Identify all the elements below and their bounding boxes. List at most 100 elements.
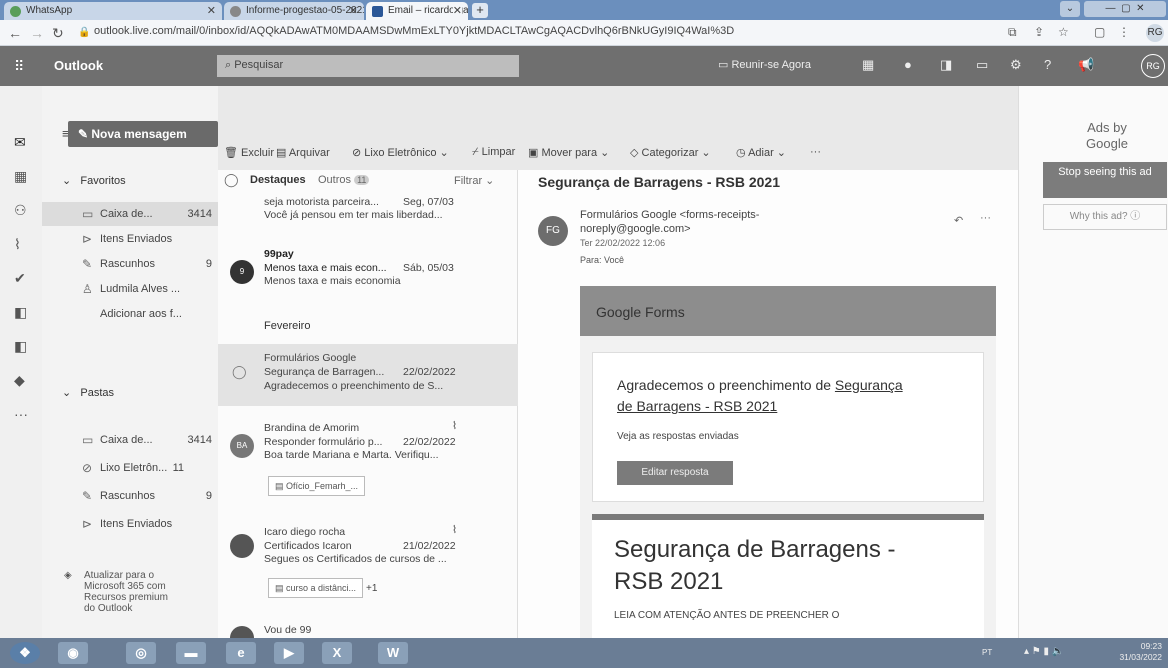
avatar bbox=[230, 626, 254, 638]
folder-junk[interactable]: ⊘ Lixo Eletrôn... 11 bbox=[42, 456, 218, 480]
onedrive-icon[interactable]: ◆ bbox=[14, 372, 25, 389]
upgrade-promo[interactable]: ◈ Atualizar para o Microsoft 365 com Rec… bbox=[64, 570, 168, 614]
categorize-button[interactable]: ◇ Categorizar ⌄ bbox=[630, 146, 711, 159]
more-attachments[interactable]: +1 bbox=[366, 583, 377, 594]
list-item[interactable]: ◯ Formulários Google Segurança de Barrag… bbox=[218, 344, 518, 406]
favorite-inbox[interactable]: ▭ Caixa de... 3414 bbox=[42, 202, 218, 226]
tray-icons[interactable]: ▴ ⚑ ▮ 🔈 bbox=[1024, 646, 1064, 657]
favorite-drafts[interactable]: ✎ Rascunhos 9 bbox=[42, 252, 218, 276]
favorites-header[interactable]: ⌄ Favoritos bbox=[62, 174, 126, 187]
snooze-button[interactable]: ◷ Adiar ⌄ bbox=[736, 146, 786, 159]
clock[interactable]: 09:23 31/03/2022 bbox=[1118, 641, 1162, 663]
tab-other[interactable]: Outros 11 bbox=[318, 174, 370, 186]
mail-icon[interactable]: ✉ bbox=[14, 134, 26, 151]
word-icon[interactable]: ◧ bbox=[14, 304, 27, 321]
stop-seeing-ad-button[interactable]: Stop seeing this ad bbox=[1043, 162, 1167, 198]
chevron-down-icon[interactable]: ⌄ bbox=[1060, 1, 1080, 17]
junk-icon: ⊘ bbox=[82, 461, 93, 475]
extensions-icon[interactable]: ⋮ bbox=[1118, 25, 1130, 39]
file-explorer-icon[interactable]: ▬ bbox=[176, 642, 206, 664]
more-actions-button[interactable]: ··· bbox=[810, 146, 821, 158]
archive-button[interactable]: ▤ Arquivar bbox=[276, 146, 330, 159]
list-item[interactable]: 9 99pay Menos taxa e mais econ... Sáb, 0… bbox=[218, 242, 518, 302]
teams-icon[interactable]: ▦ bbox=[862, 57, 874, 73]
start-icon[interactable]: ❖ bbox=[10, 642, 40, 664]
select-checkbox[interactable]: ◯ bbox=[232, 364, 247, 380]
junk-button[interactable]: ⊘ Lixo Eletrônico ⌄ bbox=[352, 146, 449, 159]
inbox-icon: ▭ bbox=[82, 433, 94, 447]
todo-icon[interactable]: ✔ bbox=[14, 270, 26, 287]
forward-icon[interactable]: → bbox=[30, 25, 44, 41]
whatsapp-app-icon[interactable]: ◉ bbox=[58, 642, 88, 664]
close-icon[interactable]: ✕ bbox=[452, 4, 462, 17]
calendar-icon[interactable]: ▦ bbox=[14, 168, 27, 185]
tab-outlook[interactable]: Email – ricardo galvao – Outlook ✕ bbox=[366, 2, 468, 20]
form-link[interactable]: de Barragens - RSB 2021 bbox=[617, 398, 777, 414]
gear-icon[interactable]: ⚙ bbox=[1010, 57, 1022, 73]
attach-icon[interactable]: ⌇ bbox=[14, 236, 21, 253]
why-this-ad-button[interactable]: Why this ad? ⓘ bbox=[1043, 204, 1167, 230]
send-icon: ⊳ bbox=[82, 517, 93, 531]
app-launcher-icon[interactable]: ⠿ bbox=[14, 58, 24, 75]
folder-inbox[interactable]: ▭ Caixa de... 3414 bbox=[42, 428, 218, 452]
folder-drafts[interactable]: ✎ Rascunhos 9 bbox=[42, 484, 218, 508]
add-favorite-link[interactable]: Adicionar aos f... bbox=[42, 302, 218, 326]
back-icon[interactable]: ← bbox=[8, 25, 22, 41]
move-to-button[interactable]: ▣ Mover para ⌄ bbox=[528, 146, 609, 159]
share-icon[interactable]: ⇪ bbox=[1034, 25, 1044, 39]
favorite-person[interactable]: ♙ Ludmila Alves ... bbox=[42, 277, 218, 301]
folder-sent[interactable]: ⊳ Itens Enviados bbox=[42, 512, 218, 536]
announcement-icon[interactable]: 📢 bbox=[1078, 57, 1094, 73]
skype-icon[interactable]: ● bbox=[904, 57, 912, 72]
tab-whatsapp[interactable]: WhatsApp ✕ bbox=[4, 2, 222, 20]
list-item[interactable]: BA Brandina de Amorim ⌇ Responder formul… bbox=[218, 416, 518, 512]
tab-focused[interactable]: Destaques bbox=[250, 174, 306, 186]
attachment-chip[interactable]: ▤ Ofício_Femarh_... bbox=[268, 476, 366, 496]
excel-icon[interactable]: ◧ bbox=[14, 338, 27, 355]
favorite-sent[interactable]: ⊳ Itens Enviados bbox=[42, 227, 218, 251]
language-indicator[interactable]: PT bbox=[982, 648, 992, 657]
window-controls[interactable]: — ▢ ✕ bbox=[1084, 1, 1166, 17]
sweep-button[interactable]: ⌿ Limpar bbox=[472, 146, 515, 159]
close-icon[interactable]: ✕ bbox=[349, 4, 358, 17]
chrome-icon[interactable]: ◎ bbox=[126, 642, 156, 664]
tab-informe[interactable]: Informe-progestao-05-2021-pdf ✕ bbox=[224, 2, 364, 20]
reply-icon[interactable]: ↶ bbox=[954, 214, 963, 227]
select-all-checkbox[interactable]: ◯ bbox=[224, 172, 239, 188]
app-title[interactable]: Outlook bbox=[54, 58, 103, 73]
folders-header[interactable]: ⌄ Pastas bbox=[62, 386, 114, 399]
form-link[interactable]: Segurança bbox=[835, 377, 903, 393]
list-item[interactable]: Icaro diego rocha ⌇ Certificados Icaron … bbox=[218, 520, 518, 610]
help-icon[interactable]: ? bbox=[1044, 57, 1051, 72]
star-icon[interactable]: ☆ bbox=[1058, 25, 1069, 39]
message-list: ◯ Destaques Outros 11 Filtrar ⌄ seja mot… bbox=[218, 170, 518, 638]
media-player-icon[interactable]: ▶ bbox=[274, 642, 304, 664]
profile-avatar[interactable]: RG bbox=[1146, 24, 1164, 42]
avatar[interactable]: RG bbox=[1141, 54, 1165, 78]
ie-icon[interactable]: e bbox=[226, 642, 256, 664]
excel-icon[interactable]: X bbox=[322, 642, 352, 664]
close-icon[interactable]: ✕ bbox=[207, 4, 216, 17]
search-input[interactable]: ⌕ Pesquisar bbox=[217, 55, 519, 77]
new-tab-button[interactable]: + bbox=[472, 3, 488, 18]
filter-button[interactable]: Filtrar ⌄ bbox=[454, 174, 494, 187]
delete-button[interactable]: 🗑 Excluir bbox=[224, 146, 274, 159]
word-icon[interactable]: ◨ bbox=[940, 57, 952, 73]
list-item[interactable]: seja motorista parceira... Seg, 07/03 Vo… bbox=[218, 194, 518, 234]
feedback-icon[interactable]: ▭ bbox=[976, 57, 988, 73]
reload-icon[interactable]: ↻ bbox=[52, 25, 64, 42]
edit-response-button[interactable]: Editar resposta bbox=[617, 461, 733, 485]
new-message-button[interactable]: ✎ Nova mensagem bbox=[68, 121, 218, 147]
install-icon[interactable]: ⧉ bbox=[1008, 25, 1017, 40]
send-icon: ⊳ bbox=[82, 232, 93, 246]
people-icon[interactable]: ⚇ bbox=[14, 202, 27, 219]
attachment-chip[interactable]: ▤ curso a distânci... bbox=[268, 578, 364, 598]
more-icon[interactable]: ··· bbox=[980, 212, 991, 224]
word-icon[interactable]: W bbox=[378, 642, 408, 664]
list-item[interactable]: Vou de 99 bbox=[218, 616, 518, 638]
tab-search-icon[interactable]: ▢ bbox=[1094, 25, 1105, 39]
sender-info: Formulários Google <forms-receipts- nore… bbox=[580, 209, 760, 265]
url-field[interactable]: outlook.live.com/mail/0/inbox/id/AQQkADA… bbox=[94, 25, 994, 41]
meet-now-button[interactable]: ▭ Reunir-se Agora bbox=[718, 58, 811, 71]
more-apps-icon[interactable]: ··· bbox=[14, 406, 28, 422]
